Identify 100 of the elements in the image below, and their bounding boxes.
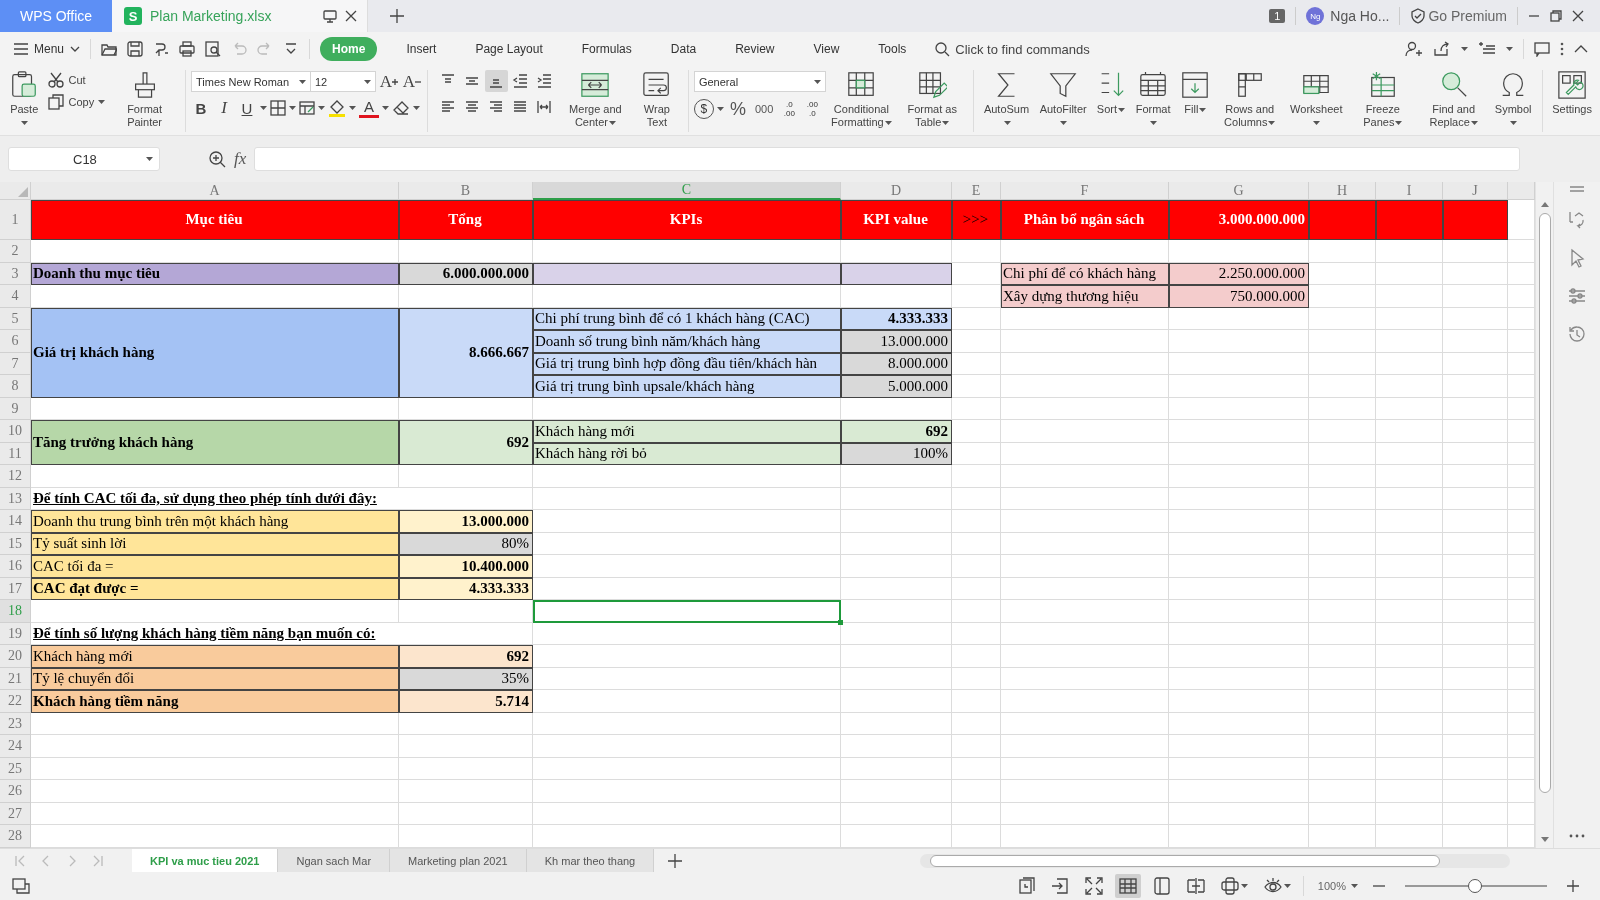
sheet-cell[interactable]: Xây dựng thương hiệu bbox=[1001, 285, 1169, 308]
sheet-cell[interactable]: 4.333.333 bbox=[399, 578, 533, 600]
function-label[interactable]: fx bbox=[234, 149, 247, 169]
ribbon-button[interactable]: AutoFilter bbox=[1034, 68, 1092, 132]
row-header[interactable]: 12 bbox=[0, 465, 31, 488]
ribbon-tab[interactable]: Insert bbox=[396, 38, 447, 60]
row-header[interactable]: 2 bbox=[0, 240, 31, 263]
ribbon-button[interactable]: Copy bbox=[48, 94, 106, 110]
ribbon-tab[interactable]: Tools bbox=[868, 38, 917, 60]
ribbon-tab[interactable]: Formulas bbox=[571, 38, 642, 60]
search-field[interactable]: Click to find commands bbox=[935, 40, 1124, 58]
font-size-field[interactable]: 12 bbox=[310, 71, 376, 92]
sheet-cell[interactable]: >>> bbox=[952, 200, 1001, 240]
sheet-cell[interactable]: 3.000.000.000 bbox=[1169, 200, 1309, 240]
sheet-cell[interactable]: 692 bbox=[399, 420, 533, 465]
sheet-cell[interactable]: KPIs bbox=[533, 200, 841, 240]
sheet-cell[interactable]: Tỷ lệ chuyển đổi bbox=[31, 668, 399, 690]
decimal-button[interactable]: .0 .00 bbox=[779, 98, 800, 120]
sheet-cell[interactable]: Doanh thu trung bình trên một khách hàng bbox=[31, 510, 399, 533]
bold-button[interactable]: B bbox=[191, 98, 211, 118]
row-header[interactable]: 28 bbox=[0, 825, 31, 848]
sheet-cell[interactable]: Tăng trưởng khách hàng bbox=[31, 420, 399, 465]
ribbon-tab[interactable]: Review bbox=[725, 38, 785, 60]
thousands-button[interactable]: 000 bbox=[751, 99, 777, 119]
sheet-cell[interactable]: 8.666.667 bbox=[399, 308, 533, 398]
percent-button[interactable]: % bbox=[726, 99, 749, 119]
row-header[interactable]: 11 bbox=[0, 443, 31, 465]
sheet-cell[interactable]: 4.333.333 bbox=[841, 308, 952, 330]
sheet-cell[interactable]: Khách hàng mới bbox=[31, 645, 399, 668]
row-header[interactable]: 13 bbox=[0, 488, 31, 510]
sheet-cell[interactable]: Giá trị trung bình hợp đồng đầu tiên/khách hàn bbox=[533, 353, 841, 375]
sheet-cell[interactable]: 6.000.000.000 bbox=[399, 263, 533, 285]
row-header[interactable]: 8 bbox=[0, 375, 31, 398]
row-header[interactable]: 22 bbox=[0, 690, 31, 713]
ribbon-button[interactable]: Merge and Center bbox=[560, 68, 631, 132]
window-count-badge[interactable]: 1 bbox=[1269, 9, 1286, 23]
ribbon-tab[interactable]: View bbox=[803, 38, 850, 60]
ribbon-button[interactable]: Symbol bbox=[1489, 68, 1538, 132]
sheet-cell[interactable]: 692 bbox=[841, 420, 952, 443]
row-header[interactable]: 5 bbox=[0, 308, 31, 330]
column-header[interactable]: G bbox=[1169, 182, 1309, 200]
column-header[interactable]: I bbox=[1376, 182, 1443, 200]
sheet-cell[interactable]: 10.400.000 bbox=[399, 555, 533, 578]
column-header[interactable]: H bbox=[1309, 182, 1376, 200]
sheet-tab[interactable]: Ngan sach Mar bbox=[278, 849, 391, 872]
sheet-cell[interactable]: Khách hàng mới bbox=[533, 420, 841, 443]
shrink-font-button[interactable]: A bbox=[402, 71, 422, 92]
row-header[interactable]: 21 bbox=[0, 668, 31, 690]
sheet-cell[interactable]: CAC tối đa = bbox=[31, 555, 399, 578]
sheet-cell[interactable]: 692 bbox=[399, 645, 533, 668]
sheet-cell[interactable]: Phân bổ ngân sách bbox=[1001, 200, 1169, 240]
row-header[interactable]: 1 bbox=[0, 200, 31, 240]
sheet-tab[interactable]: Kh mar theo thang bbox=[526, 849, 655, 872]
ribbon-button[interactable]: Cut bbox=[48, 72, 106, 88]
ribbon-tab[interactable]: Data bbox=[660, 38, 707, 60]
sheet-cell[interactable]: Khách hàng rời bỏ bbox=[533, 443, 841, 465]
decimal-button[interactable]: .00 .0 bbox=[802, 98, 823, 120]
column-header[interactable]: D bbox=[841, 182, 952, 200]
row-header[interactable]: 4 bbox=[0, 285, 31, 308]
ribbon-button[interactable]: Fill bbox=[1176, 68, 1215, 132]
row-header[interactable]: 14 bbox=[0, 510, 31, 533]
sheet-cell[interactable]: Mục tiêu bbox=[31, 200, 399, 240]
row-header[interactable]: 9 bbox=[0, 398, 31, 420]
ribbon-button[interactable]: Paste bbox=[4, 68, 45, 132]
sheet-cell[interactable]: Khách hàng tiềm năng bbox=[31, 690, 399, 713]
sheet-cell[interactable]: 13.000.000 bbox=[841, 330, 952, 353]
user-name[interactable]: Nga Ho... bbox=[1330, 8, 1390, 24]
avatar[interactable]: Ng bbox=[1306, 7, 1325, 25]
sheet-cell[interactable]: 5.714 bbox=[399, 690, 533, 713]
ribbon-button[interactable]: Sort bbox=[1091, 68, 1130, 132]
premium-button[interactable]: Go Premium bbox=[1410, 8, 1507, 24]
menu-button[interactable]: Menu bbox=[14, 42, 81, 56]
sheet-cell[interactable]: Giá trị trung bình upsale/khách hàng bbox=[533, 375, 841, 398]
number-format-field[interactable]: General bbox=[693, 71, 826, 92]
row-header[interactable]: 3 bbox=[0, 263, 31, 285]
ribbon-button[interactable]: Wrap Text bbox=[630, 68, 683, 132]
ribbon-button[interactable]: Freeze Panes bbox=[1347, 68, 1419, 132]
sheet-cell[interactable]: Doanh thu mục tiêu bbox=[31, 263, 399, 285]
sheet-cell[interactable]: 100% bbox=[841, 443, 952, 465]
row-header[interactable]: 25 bbox=[0, 758, 31, 780]
ribbon-button[interactable]: AutoSum bbox=[978, 68, 1035, 132]
ribbon-button[interactable]: Format as Table bbox=[896, 68, 968, 132]
row-header[interactable]: 6 bbox=[0, 330, 31, 353]
sheet-tab[interactable]: Marketing plan 2021 bbox=[390, 849, 527, 872]
column-header[interactable]: F bbox=[1001, 182, 1169, 200]
sheet-cell[interactable]: 80% bbox=[399, 533, 533, 555]
sheet-cell[interactable]: KPI value bbox=[841, 200, 952, 240]
row-header[interactable]: 7 bbox=[0, 353, 31, 375]
sheet-cell[interactable]: 750.000.000 bbox=[1169, 285, 1309, 308]
row-header[interactable]: 17 bbox=[0, 578, 31, 600]
sheet-cell[interactable]: Tỷ suất sinh lời bbox=[31, 533, 399, 555]
name-box[interactable]: C18 bbox=[8, 147, 160, 171]
column-header[interactable]: B bbox=[399, 182, 533, 200]
sheet-cell[interactable]: 35% bbox=[399, 668, 533, 690]
sheet-cell[interactable]: Doanh số trung bình năm/khách hàng bbox=[533, 330, 841, 353]
ribbon-button[interactable]: Find and Replace bbox=[1418, 68, 1490, 132]
row-header[interactable]: 16 bbox=[0, 555, 31, 578]
ribbon-button[interactable]: Rows and Columns bbox=[1214, 68, 1286, 132]
sheet-cell[interactable]: 13.000.000 bbox=[399, 510, 533, 533]
column-header[interactable]: J bbox=[1443, 182, 1508, 200]
